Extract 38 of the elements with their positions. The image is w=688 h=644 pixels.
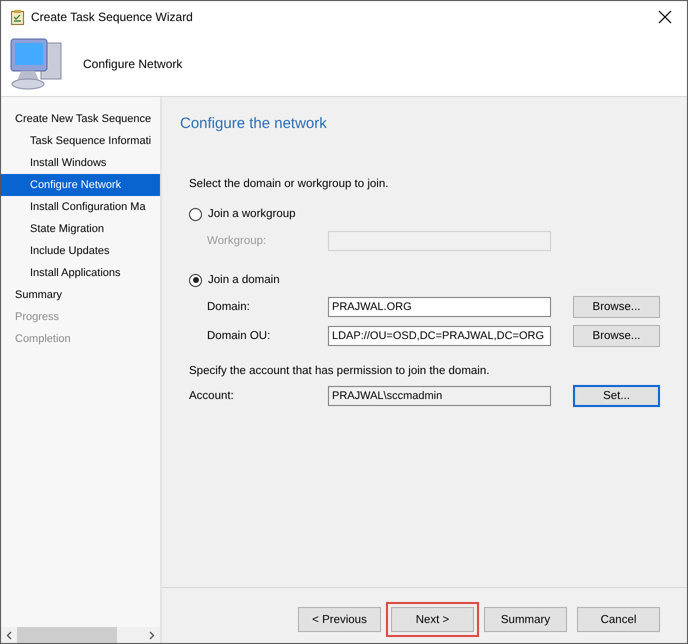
nav-item[interactable]: Create New Task Sequence (1, 108, 160, 130)
nav-item[interactable]: Task Sequence Informati (1, 130, 160, 152)
wizard-button[interactable]: Cancel (577, 607, 660, 632)
scrollbar[interactable] (1, 627, 160, 643)
text-field[interactable]: LDAP://OU=OSD,DC=PRAJWAL,DC=ORG (328, 326, 551, 346)
page-title: Configure Network (83, 57, 182, 71)
radio-button[interactable] (189, 274, 202, 286)
field-label: Workgroup: (207, 235, 268, 247)
nav-item[interactable]: Configure Network (1, 174, 160, 196)
set-button[interactable]: Set... (573, 385, 660, 407)
nav-item[interactable]: Install Configuration Ma (1, 196, 160, 218)
wizard-button[interactable]: < Previous (298, 607, 381, 632)
browse-button[interactable]: Browse... (573, 296, 660, 318)
account-field[interactable]: PRAJWAL\sccmadmin (328, 386, 551, 406)
browse-button[interactable]: Browse... (573, 325, 660, 347)
field-label: Domain OU: (207, 330, 272, 342)
nav-item[interactable]: Install Applications (1, 262, 160, 284)
scroll-left-icon[interactable] (6, 630, 12, 640)
section-heading: Configure the network (180, 115, 328, 132)
text-field[interactable]: PRAJWAL.ORG (328, 297, 551, 317)
clipboard-icon (10, 8, 25, 24)
radio-label[interactable]: Join a domain (208, 274, 280, 286)
wizard-button[interactable]: Summary (484, 607, 567, 632)
instruction-text: Specify the account that has permission to join the domain. (189, 365, 490, 377)
scroll-right-icon[interactable] (149, 630, 155, 640)
wizard-button[interactable]: Next > (386, 602, 479, 637)
nav-item[interactable]: State Migration (1, 218, 160, 240)
close-icon (658, 10, 672, 24)
nav-item[interactable]: Include Updates (1, 240, 160, 262)
field-label: Domain: (207, 301, 251, 313)
scroll-thumb[interactable] (17, 627, 117, 643)
window-title: Create Task Sequence Wizard (31, 10, 194, 24)
radio-button[interactable] (189, 208, 202, 220)
nav-item[interactable]: Summary (1, 284, 160, 306)
nav-item[interactable]: Install Windows (1, 152, 160, 174)
field-label: Account: (189, 390, 235, 402)
radio-label[interactable]: Join a workgroup (208, 208, 296, 220)
instruction-text: Select the domain or workgroup to join. (189, 178, 390, 190)
